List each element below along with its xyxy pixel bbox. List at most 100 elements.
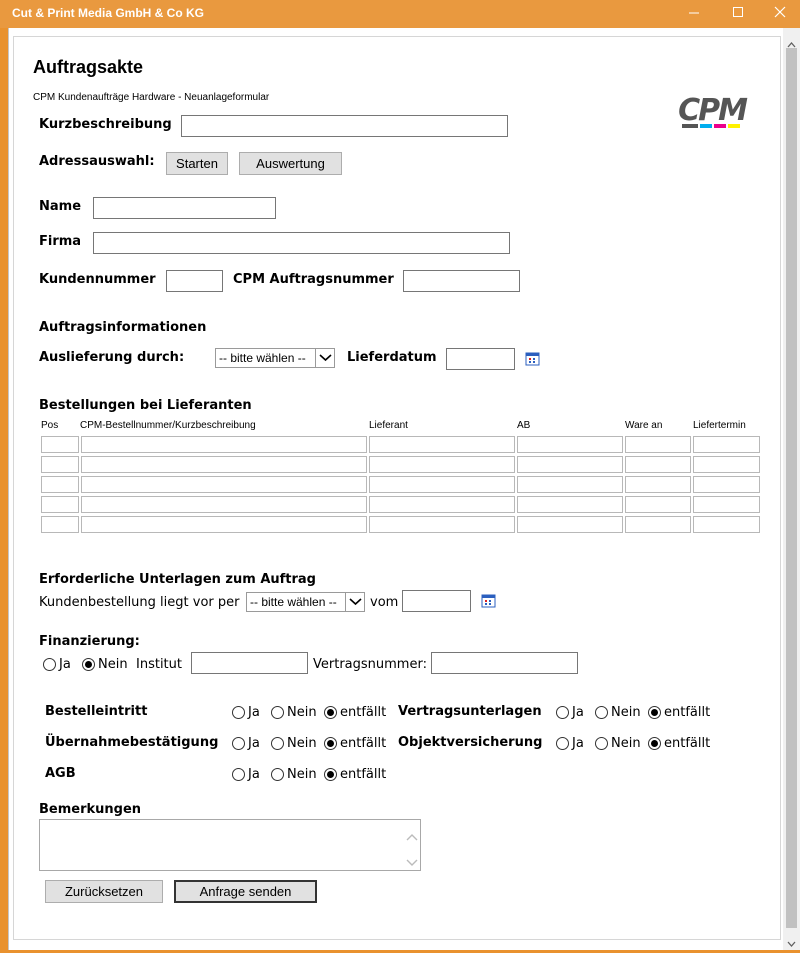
- scrollbar-thumb[interactable]: [786, 48, 797, 928]
- order-cell-lieferant[interactable]: [369, 456, 515, 473]
- auswertung-button[interactable]: Auswertung: [239, 152, 342, 175]
- agb-radio-1[interactable]: [271, 768, 284, 781]
- firma-input[interactable]: [93, 232, 510, 254]
- vertragsnummer-input[interactable]: [431, 652, 578, 674]
- objektversicherung-radio-1[interactable]: [595, 737, 608, 750]
- reset-button[interactable]: Zurücksetzen: [45, 880, 163, 903]
- auslieferung-label: Auslieferung durch:: [39, 350, 185, 365]
- order-cell-pos[interactable]: [41, 436, 79, 453]
- order-cell-liefertermin[interactable]: [693, 496, 760, 513]
- page-title: Auftragsakte: [33, 57, 144, 77]
- agb-option-label: entfällt: [340, 767, 387, 782]
- order-cell-pos[interactable]: [41, 516, 79, 533]
- kundennummer-input[interactable]: [166, 270, 223, 292]
- logo-text: CPM: [678, 93, 748, 128]
- order-cell-ab[interactable]: [517, 516, 623, 533]
- bestelleintritt-radio-0[interactable]: [232, 706, 245, 719]
- order-cell-ware-an[interactable]: [625, 476, 691, 493]
- minimize-icon[interactable]: [682, 2, 706, 22]
- name-input[interactable]: [93, 197, 276, 219]
- objektversicherung-option-label: entfällt: [664, 736, 711, 751]
- adressauswahl-label: Adressauswahl:: [39, 154, 155, 169]
- uebernahme-option-label: Ja: [248, 736, 260, 751]
- bestelleintritt-radio-2[interactable]: [324, 706, 337, 719]
- lieferdatum-input[interactable]: [446, 348, 515, 370]
- objektversicherung-option-label: Nein: [611, 736, 641, 751]
- kurzbeschreibung-input[interactable]: [181, 115, 508, 137]
- vertragsunterlagen-radio-1[interactable]: [595, 706, 608, 719]
- close-icon[interactable]: [768, 2, 792, 22]
- order-cell-ware-an[interactable]: [625, 436, 691, 453]
- vom-input[interactable]: [402, 590, 471, 612]
- vertragsunterlagen-option-label: entfällt: [664, 705, 711, 720]
- finanzierung-ja-radio[interactable]: [43, 658, 56, 671]
- window-titlebar: Cut & Print Media GmbH & Co KG: [0, 0, 800, 28]
- order-cell-lieferant[interactable]: [369, 516, 515, 533]
- institut-input[interactable]: [191, 652, 308, 674]
- scroll-up-icon[interactable]: [787, 34, 796, 48]
- finanzierung-heading: Finanzierung:: [39, 634, 140, 649]
- bestelleintritt-option-label: Ja: [248, 705, 260, 720]
- auftragsnummer-input[interactable]: [403, 270, 520, 292]
- chevron-down-icon[interactable]: [406, 852, 418, 871]
- vertragsunterlagen-radio-2[interactable]: [648, 706, 661, 719]
- order-cell-liefertermin[interactable]: [693, 476, 760, 493]
- order-cell-lieferant[interactable]: [369, 436, 515, 453]
- uebernahme-radio-1[interactable]: [271, 737, 284, 750]
- order-cell-bestellnummer[interactable]: [81, 496, 367, 513]
- order-cell-bestellnummer[interactable]: [81, 476, 367, 493]
- order-cell-lieferant[interactable]: [369, 476, 515, 493]
- objektversicherung-option-label: Ja: [572, 736, 584, 751]
- order-cell-ab[interactable]: [517, 436, 623, 453]
- uebernahme-option-label: entfällt: [340, 736, 387, 751]
- firma-label: Firma: [39, 234, 82, 249]
- cpm-logo: CPM: [672, 93, 752, 131]
- order-cell-bestellnummer[interactable]: [81, 456, 367, 473]
- objektversicherung-radio-0[interactable]: [556, 737, 569, 750]
- chevron-up-icon[interactable]: [406, 826, 418, 845]
- agb-radio-0[interactable]: [232, 768, 245, 781]
- vertical-scrollbar[interactable]: [783, 28, 800, 950]
- uebernahme-radio-0[interactable]: [232, 737, 245, 750]
- maximize-icon[interactable]: [726, 2, 750, 22]
- bemerkungen-textarea[interactable]: [39, 819, 421, 871]
- bestelleintritt-radio-1[interactable]: [271, 706, 284, 719]
- order-cell-liefertermin[interactable]: [693, 456, 760, 473]
- finanzierung-nein-radio[interactable]: [82, 658, 95, 671]
- column-header-ware-an: Ware an: [625, 420, 663, 431]
- uebernahme-label: Übernahmebestätigung: [45, 735, 219, 750]
- order-cell-lieferant[interactable]: [369, 496, 515, 513]
- calendar-icon[interactable]: [525, 351, 541, 367]
- order-cell-ware-an[interactable]: [625, 496, 691, 513]
- lieferdatum-label: Lieferdatum: [347, 350, 437, 365]
- auslieferung-select[interactable]: -- bitte wählen --: [215, 348, 335, 368]
- calendar-icon[interactable]: [481, 593, 497, 609]
- starten-button[interactable]: Starten: [166, 152, 228, 175]
- auftragsinfo-heading: Auftragsinformationen: [39, 320, 207, 335]
- order-cell-liefertermin[interactable]: [693, 516, 760, 533]
- scroll-down-icon[interactable]: [787, 934, 796, 947]
- column-header-bestellnummer: CPM-Bestellnummer/Kurzbeschreibung: [80, 420, 256, 431]
- agb-radio-2[interactable]: [324, 768, 337, 781]
- order-cell-ware-an[interactable]: [625, 456, 691, 473]
- order-cell-ab[interactable]: [517, 476, 623, 493]
- order-cell-ab[interactable]: [517, 496, 623, 513]
- order-cell-pos[interactable]: [41, 456, 79, 473]
- column-header-lieferant: Lieferant: [369, 420, 408, 431]
- order-cell-ab[interactable]: [517, 456, 623, 473]
- order-cell-pos[interactable]: [41, 476, 79, 493]
- column-header-pos: Pos: [41, 420, 59, 431]
- order-cell-ware-an[interactable]: [625, 516, 691, 533]
- objektversicherung-label: Objektversicherung: [398, 735, 543, 750]
- order-cell-bestellnummer[interactable]: [81, 436, 367, 453]
- order-cell-pos[interactable]: [41, 496, 79, 513]
- kundenbestellung-select[interactable]: -- bitte wählen --: [246, 592, 365, 612]
- kundenbestellung-label: Kundenbestellung liegt vor per: [39, 595, 240, 610]
- submit-button[interactable]: Anfrage senden: [174, 880, 317, 903]
- kundennummer-label: Kundennummer: [39, 272, 156, 287]
- uebernahme-radio-2[interactable]: [324, 737, 337, 750]
- objektversicherung-radio-2[interactable]: [648, 737, 661, 750]
- order-cell-liefertermin[interactable]: [693, 436, 760, 453]
- order-cell-bestellnummer[interactable]: [81, 516, 367, 533]
- vertragsunterlagen-radio-0[interactable]: [556, 706, 569, 719]
